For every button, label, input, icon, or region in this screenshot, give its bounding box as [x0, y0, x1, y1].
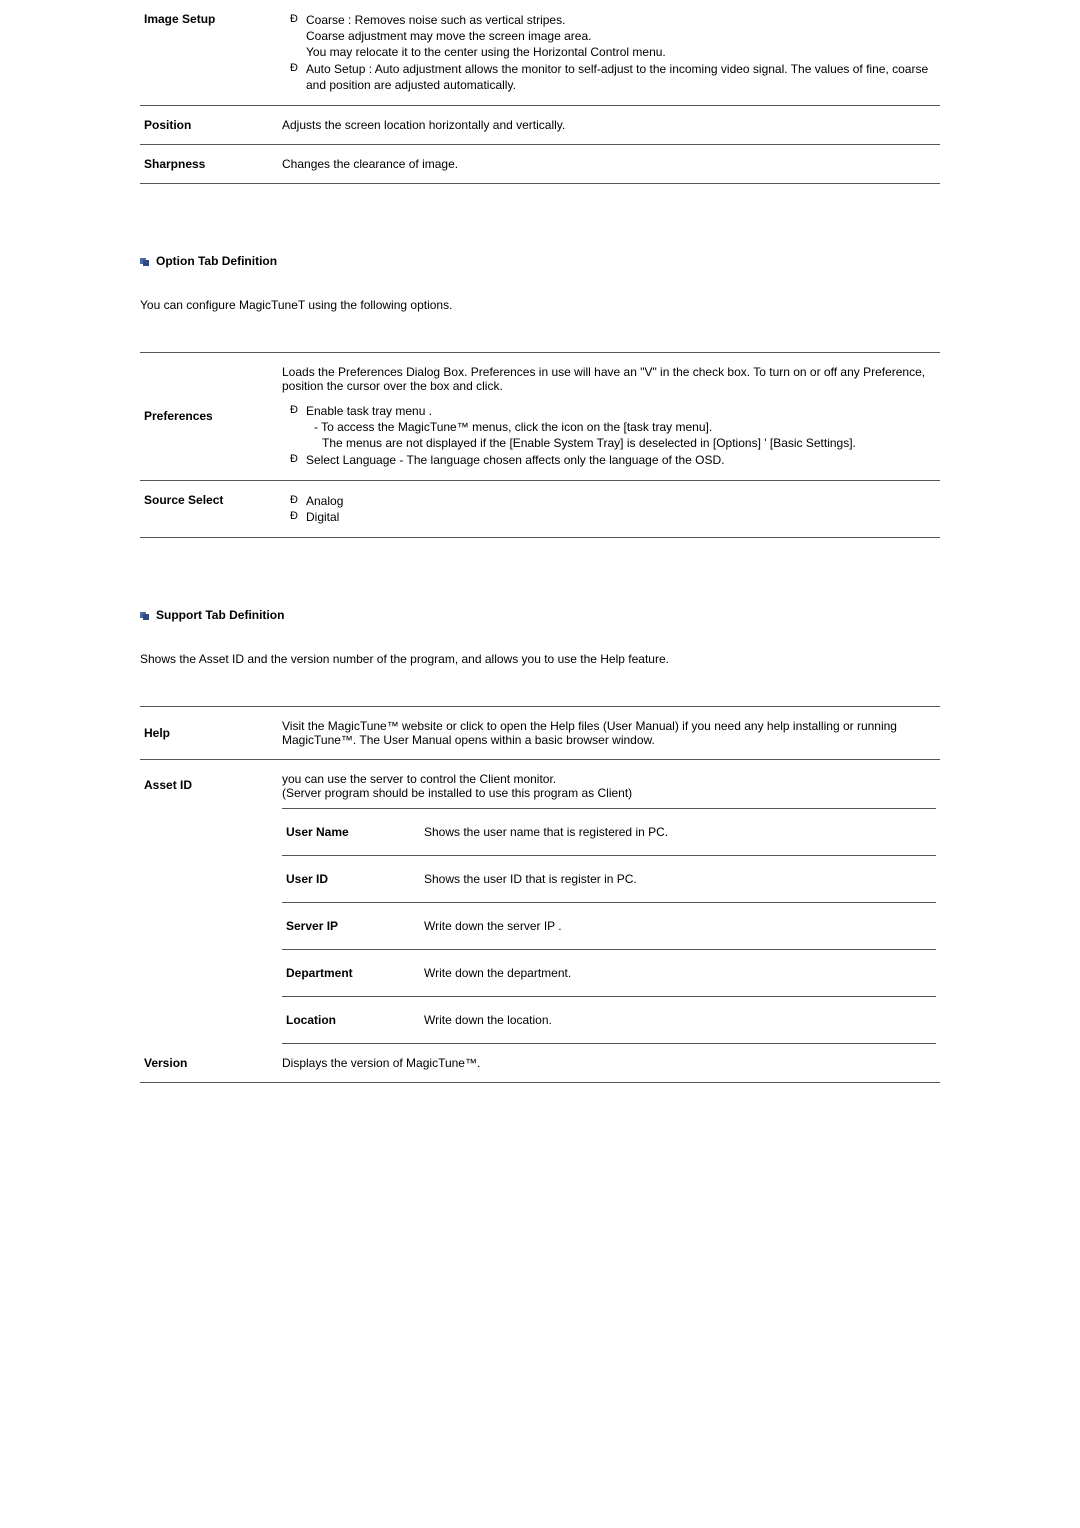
row-label-source-select: Source Select — [140, 480, 278, 537]
preferences-intro: Loads the Preferences Dialog Box. Prefer… — [282, 365, 936, 393]
row-label-version: Version — [140, 1044, 278, 1083]
section-marker-icon — [140, 256, 150, 266]
option-definition-table: Preferences Loads the Preferences Dialog… — [140, 352, 940, 538]
image-setup-item-0: Coarse : Removes noise such as vertical … — [296, 12, 936, 28]
support-intro: Shows the Asset ID and the version numbe… — [140, 652, 940, 666]
row-content-help: Visit the MagicTune™ website or click to… — [278, 707, 940, 760]
row-label-image-setup: Image Setup — [140, 0, 278, 105]
asset-text-2: (Server program should be installed to u… — [282, 786, 936, 800]
row-label-preferences: Preferences — [140, 352, 278, 480]
sub-text-user-name: Shows the user name that is registered i… — [420, 809, 936, 856]
option-intro: You can configure MagicTuneT using the f… — [140, 298, 940, 312]
image-setup-item-3: Auto Setup : Auto adjustment allows the … — [296, 61, 936, 93]
row-content-version: Displays the version of MagicTune™. — [278, 1044, 940, 1083]
sub-label-user-name: User Name — [282, 809, 420, 856]
sub-text-location: Write down the location. — [420, 997, 936, 1044]
sub-label-user-id: User ID — [282, 856, 420, 903]
option-tab-heading-text: Option Tab Definition — [156, 254, 277, 268]
support-definition-table: Help Visit the MagicTune™ website or cli… — [140, 706, 940, 1083]
asset-sub-table: User Name Shows the user name that is re… — [282, 808, 936, 1044]
support-tab-heading-text: Support Tab Definition — [156, 608, 284, 622]
sub-label-department: Department — [282, 950, 420, 997]
sub-text-server-ip: Write down the server IP . — [420, 903, 936, 950]
row-label-asset-id: Asset ID — [140, 760, 278, 1045]
image-setup-item-1: Coarse adjustment may move the screen im… — [296, 28, 936, 44]
source-digital: Digital — [296, 509, 936, 525]
sub-text-department: Write down the department. — [420, 950, 936, 997]
image-setup-item-2: You may relocate it to the center using … — [296, 44, 936, 60]
support-tab-heading: Support Tab Definition — [140, 608, 940, 622]
row-label-position: Position — [140, 105, 278, 144]
section-marker-icon — [140, 610, 150, 620]
row-content-image-setup: Coarse : Removes noise such as vertical … — [278, 0, 940, 105]
row-content-source-select: Analog Digital — [278, 480, 940, 537]
asset-text-1: you can use the server to control the Cl… — [282, 772, 936, 786]
row-content-asset-id: you can use the server to control the Cl… — [278, 760, 940, 1045]
row-content-position: Adjusts the screen location horizontally… — [278, 105, 940, 144]
sub-label-server-ip: Server IP — [282, 903, 420, 950]
row-content-preferences: Loads the Preferences Dialog Box. Prefer… — [278, 352, 940, 480]
pref-sub-2: The menus are not displayed if the [Enab… — [314, 435, 936, 451]
sub-label-location: Location — [282, 997, 420, 1044]
row-content-sharpness: Changes the clearance of image. — [278, 144, 940, 183]
pref-enable-task-tray: Enable task tray menu . - To access the … — [296, 403, 936, 452]
option-tab-heading: Option Tab Definition — [140, 254, 940, 268]
source-analog: Analog — [296, 493, 936, 509]
row-label-sharpness: Sharpness — [140, 144, 278, 183]
pref-sub-1: - To access the MagicTune™ menus, click … — [314, 419, 936, 435]
sub-text-user-id: Shows the user ID that is register in PC… — [420, 856, 936, 903]
row-label-help: Help — [140, 707, 278, 760]
pref-select-language: Select Language - The language chosen af… — [296, 452, 936, 468]
top-definition-table: Image Setup Coarse : Removes noise such … — [140, 0, 940, 184]
